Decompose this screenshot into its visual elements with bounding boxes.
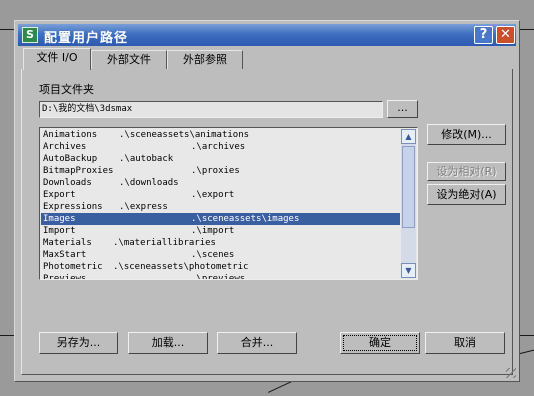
scroll-up-icon[interactable]: ▲	[401, 129, 416, 144]
path-name: Archives	[43, 142, 87, 152]
close-button[interactable]: ✕	[496, 26, 515, 44]
path-row[interactable]: Previews .\previews	[41, 273, 400, 280]
path-name: Animations	[43, 130, 98, 140]
make-relative-button[interactable]: 设为相对(R)	[427, 162, 506, 181]
path-row[interactable]: Animations .\sceneassets\animations	[41, 129, 400, 141]
list-scrollbar[interactable]: ▲ ▼	[401, 129, 416, 278]
path-value: .\express	[119, 202, 168, 212]
path-value: .\autoback	[119, 154, 174, 164]
ok-button[interactable]: 确定	[340, 332, 420, 354]
path-name: Photometric	[43, 262, 103, 272]
close-icon: ✕	[500, 27, 511, 42]
path-name: Images	[43, 214, 76, 224]
tab-file-io[interactable]: 文件 I/O	[23, 48, 91, 70]
scroll-down-icon[interactable]: ▼	[401, 263, 416, 278]
path-value: .\downloads	[119, 178, 179, 188]
path-value: .\materiallibraries	[113, 238, 216, 248]
path-row[interactable]: BitmapProxies .\proxies	[41, 165, 400, 177]
configure-user-paths-dialog: S 配置用户路径 ? ✕ 文件 I/O 外部文件 外部参照 项目文件夹 D:\我…	[14, 20, 520, 382]
tab-xrefs[interactable]: 外部参照	[167, 50, 243, 69]
title-bar[interactable]: S 配置用户路径 ? ✕	[18, 24, 516, 46]
path-row[interactable]: Materials .\materiallibraries	[41, 237, 400, 249]
path-row[interactable]: MaxStart .\scenes	[41, 249, 400, 261]
modify-button[interactable]: 修改(M)...	[427, 124, 506, 145]
path-value: .\export	[191, 190, 235, 200]
path-value: .\archives	[191, 142, 246, 152]
project-folder-field[interactable]: D:\我的文档\3dsmax	[39, 101, 383, 118]
project-folder-label: 项目文件夹	[39, 83, 94, 96]
app-icon: S	[22, 27, 38, 43]
path-value: .\proxies	[191, 166, 240, 176]
path-value: .\sceneassets\photometric	[113, 262, 249, 272]
path-row[interactable]: Images .\sceneassets\images	[41, 213, 400, 225]
path-value: .\import	[191, 226, 235, 236]
browse-button[interactable]: ...	[387, 100, 418, 118]
path-name: BitmapProxies	[43, 166, 114, 176]
window-title: 配置用户路径	[44, 31, 129, 46]
path-name: Expressions	[43, 202, 103, 212]
save-as-button[interactable]: 另存为...	[39, 332, 118, 354]
path-name: AutoBackup	[43, 154, 98, 164]
path-name: Import	[43, 226, 76, 236]
resize-grip-icon[interactable]	[506, 368, 516, 378]
paths-list[interactable]: Animations .\sceneassets\animations Archiv…	[39, 127, 418, 280]
path-row[interactable]: AutoBackup .\autoback	[41, 153, 400, 165]
path-name: Downloads	[43, 178, 92, 188]
path-name: Materials	[43, 238, 92, 248]
path-name: MaxStart	[43, 250, 87, 260]
scroll-thumb[interactable]	[402, 146, 415, 228]
path-row[interactable]: Archives .\archives	[41, 141, 400, 153]
path-row[interactable]: Downloads .\downloads	[41, 177, 400, 189]
load-button[interactable]: 加载...	[128, 332, 208, 354]
make-absolute-button[interactable]: 设为绝对(A)	[427, 184, 506, 205]
merge-button[interactable]: 合并...	[217, 332, 297, 354]
path-row[interactable]: Import .\import	[41, 225, 400, 237]
path-value: .\scenes	[191, 250, 235, 260]
path-row[interactable]: Export .\export	[41, 189, 400, 201]
path-row[interactable]: Photometric .\sceneassets\photometric	[41, 261, 400, 273]
path-name: Previews	[43, 274, 87, 280]
path-value: .\sceneassets\images	[191, 214, 300, 224]
path-row[interactable]: Expressions .\express	[41, 201, 400, 213]
path-name: Export	[43, 190, 76, 200]
cancel-button[interactable]: 取消	[425, 332, 505, 354]
help-button[interactable]: ?	[474, 26, 493, 44]
path-value: .\previews	[191, 274, 246, 280]
path-value: .\sceneassets\animations	[119, 130, 250, 140]
tab-external-files[interactable]: 外部文件	[91, 50, 167, 69]
